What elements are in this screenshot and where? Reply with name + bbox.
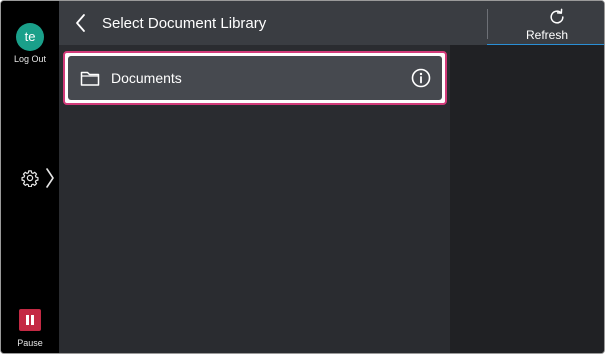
info-icon[interactable] — [411, 68, 431, 88]
device-screen: te Log Out Pause Select Document Library — [0, 0, 605, 354]
list-item-label: Documents — [111, 70, 182, 86]
list-item-documents[interactable]: Documents — [63, 51, 447, 105]
pause-label: Pause — [17, 338, 43, 348]
pause-icon-bar — [31, 315, 34, 325]
detail-panel — [450, 45, 604, 353]
refresh-button[interactable]: Refresh — [521, 1, 591, 45]
refresh-icon — [550, 8, 564, 24]
library-list: Documents — [59, 45, 450, 353]
pause-button[interactable] — [19, 309, 41, 331]
settings-button[interactable] — [19, 165, 59, 191]
avatar[interactable]: te — [16, 23, 44, 51]
refresh-label: Refresh — [525, 28, 569, 42]
folder-icon — [80, 71, 100, 86]
back-arrow-icon[interactable] — [73, 13, 89, 33]
chevron-right-icon — [46, 168, 54, 188]
page-title: Select Document Library — [102, 15, 267, 32]
header-bar: Select Document Library Refresh — [59, 1, 604, 45]
list-item-body: Documents — [68, 56, 442, 100]
pause-icon — [26, 315, 29, 325]
gear-icon — [21, 170, 39, 187]
header-divider — [487, 9, 488, 39]
left-rail: te Log Out Pause — [1, 1, 59, 353]
logout-label[interactable]: Log Out — [1, 54, 59, 64]
